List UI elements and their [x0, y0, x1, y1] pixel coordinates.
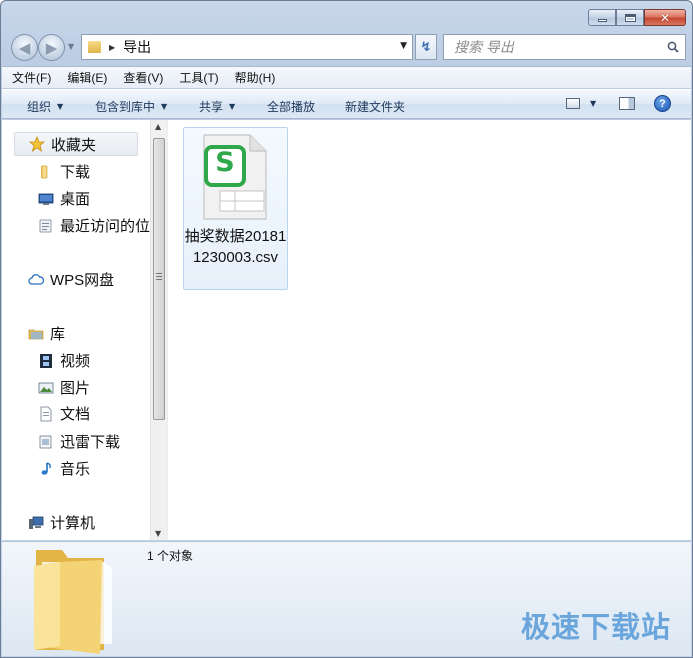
- file-list: S 抽奖数据201811230003.csv: [168, 120, 691, 540]
- nav-label-pictures: 图片: [60, 380, 91, 397]
- nav-label-downloads: 下载: [60, 164, 91, 181]
- navigation-pane: 收藏夹 下载 桌面 最近访问的位 WPS网盘 库 视频 图片 文档 迅雷下载 音…: [2, 120, 150, 540]
- nav-label-libraries: 库: [50, 326, 66, 343]
- nav-item-libraries[interactable]: 库: [28, 323, 65, 344]
- navigation-pane-scrollbar[interactable]: ▲ ▼: [150, 120, 167, 540]
- maximize-icon: [624, 13, 636, 22]
- maximize-button[interactable]: [616, 9, 644, 26]
- menu-tools[interactable]: 工具(T): [179, 69, 218, 86]
- view-options-dropdown[interactable]: ▼: [590, 99, 596, 108]
- xunlei-download-folder-icon: [39, 435, 52, 448]
- forward-button[interactable]: ▶: [38, 34, 65, 61]
- chevron-down-icon: ▼: [161, 102, 168, 111]
- file-name: 抽奖数据201811230003.csv: [184, 228, 287, 266]
- desktop-icon: [38, 193, 54, 205]
- menu-file[interactable]: 文件(F): [12, 69, 51, 86]
- scrollbar-thumb[interactable]: [153, 138, 165, 420]
- address-history-dropdown[interactable]: ▼: [400, 41, 407, 51]
- close-button[interactable]: ✕: [644, 9, 686, 26]
- chevron-down-icon: ▼: [57, 102, 64, 111]
- nav-label-recent-places: 最近访问的位: [60, 218, 150, 235]
- document-icon: [40, 406, 52, 421]
- recent-pages-dropdown[interactable]: ▼: [68, 42, 74, 51]
- explorer-window: ✕ ◀ ▶ ▼ ▶ 导出 ▼ ↯ 搜索 导出 文件(F) 编辑(E) 查看(V)…: [0, 0, 693, 658]
- nav-item-xunlei-downloads[interactable]: 迅雷下载: [38, 431, 120, 452]
- content-area: 收藏夹 下载 桌面 最近访问的位 WPS网盘 库 视频 图片 文档 迅雷下载 音…: [2, 120, 691, 540]
- file-item[interactable]: S 抽奖数据201811230003.csv: [183, 127, 288, 290]
- computer-icon: [29, 516, 44, 529]
- address-bar[interactable]: ▶ 导出 ▼: [81, 34, 413, 60]
- preview-pane-icon[interactable]: [619, 97, 635, 110]
- nav-label-music: 音乐: [60, 461, 91, 478]
- help-icon[interactable]: ?: [654, 95, 671, 112]
- nav-label-xunlei-downloads: 迅雷下载: [60, 434, 121, 451]
- recent-places-icon: [39, 219, 52, 232]
- play-all-label: 全部播放: [267, 100, 316, 114]
- back-arrow-icon: ◀: [18, 38, 31, 57]
- folder-icon: [88, 41, 101, 53]
- nav-item-pictures[interactable]: 图片: [38, 377, 90, 398]
- search-input[interactable]: 搜索 导出: [443, 34, 686, 60]
- scroll-up-icon[interactable]: ▲: [155, 122, 161, 131]
- breadcrumb-current-folder[interactable]: 导出: [123, 37, 151, 57]
- breadcrumb-separator-icon[interactable]: ▶: [109, 43, 115, 52]
- nav-item-desktop[interactable]: 桌面: [38, 188, 90, 209]
- large-folder-icon: [34, 550, 112, 654]
- nav-label-documents: 文档: [60, 406, 91, 423]
- nav-label-favorites: 收藏夹: [51, 136, 97, 154]
- organize-button[interactable]: 组织 ▼: [27, 98, 63, 115]
- new-folder-label: 新建文件夹: [345, 100, 406, 114]
- cloud-icon: [28, 273, 44, 285]
- scroll-down-icon[interactable]: ▼: [155, 529, 161, 538]
- nav-item-favorites[interactable]: 收藏夹: [14, 132, 138, 156]
- navigation-bar: ◀ ▶ ▼ ▶ 导出 ▼ ↯ 搜索 导出: [9, 33, 686, 61]
- new-folder-button[interactable]: 新建文件夹: [345, 98, 405, 115]
- play-all-button[interactable]: 全部播放: [267, 98, 315, 115]
- details-pane: 1 个对象 极速下载站: [2, 541, 691, 656]
- close-icon: ✕: [659, 10, 671, 25]
- include-in-library-label: 包含到库中: [95, 100, 156, 114]
- caption-buttons: ✕: [588, 9, 686, 26]
- menu-view[interactable]: 查看(V): [123, 69, 163, 86]
- refresh-button[interactable]: ↯: [415, 34, 437, 60]
- command-bar: 组织 ▼ 包含到库中 ▼ 共享 ▼ 全部播放 新建文件夹 ▼ ?: [2, 89, 691, 119]
- libraries-icon: [28, 329, 44, 339]
- picture-icon: [38, 382, 54, 393]
- grip-icon: [156, 273, 162, 280]
- nav-label-wps-cloud: WPS网盘: [50, 272, 115, 289]
- site-watermark: 极速下载站: [520, 610, 671, 644]
- star-icon: [29, 136, 45, 152]
- item-count: 1 个对象: [147, 549, 194, 563]
- wps-s-badge: S: [215, 147, 235, 178]
- nav-item-wps-cloud[interactable]: WPS网盘: [28, 269, 114, 290]
- nav-label-computer: 计算机: [50, 515, 96, 532]
- back-button[interactable]: ◀: [11, 34, 38, 61]
- forward-arrow-icon: ▶: [45, 38, 58, 57]
- change-view-icon[interactable]: [566, 98, 580, 109]
- refresh-icon: ↯: [420, 39, 432, 55]
- video-film-icon: [40, 353, 52, 368]
- nav-label-desktop: 桌面: [60, 191, 91, 208]
- menu-bar: 文件(F) 编辑(E) 查看(V) 工具(T) 帮助(H): [2, 66, 691, 88]
- nav-item-videos[interactable]: 视频: [38, 350, 90, 371]
- minimize-button[interactable]: [588, 9, 616, 26]
- menu-help[interactable]: 帮助(H): [235, 69, 276, 86]
- music-note-icon: [41, 461, 51, 475]
- nav-item-recent-places[interactable]: 最近访问的位: [38, 215, 150, 236]
- minimize-icon: [597, 18, 607, 22]
- search-placeholder: 搜索 导出: [454, 39, 514, 55]
- share-label: 共享: [199, 100, 224, 114]
- organize-label: 组织: [27, 100, 52, 114]
- menu-edit[interactable]: 编辑(E): [67, 69, 107, 86]
- downloads-folder-icon: [41, 165, 48, 178]
- search-icon[interactable]: [667, 41, 679, 53]
- share-button[interactable]: 共享 ▼: [199, 98, 235, 115]
- nav-item-computer[interactable]: 计算机: [28, 512, 95, 533]
- include-in-library-button[interactable]: 包含到库中 ▼: [95, 98, 167, 115]
- nav-item-documents[interactable]: 文档: [38, 403, 90, 424]
- nav-item-music[interactable]: 音乐: [38, 458, 90, 479]
- nav-label-videos: 视频: [60, 353, 91, 370]
- nav-item-downloads[interactable]: 下载: [38, 161, 90, 182]
- chevron-down-icon: ▼: [229, 102, 236, 111]
